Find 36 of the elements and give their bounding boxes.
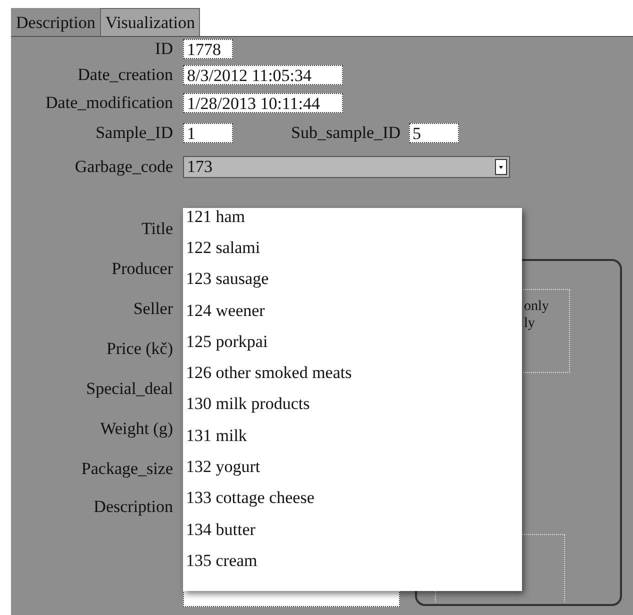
input-field[interactable]: 1 (183, 123, 233, 143)
note-text: ly (524, 315, 536, 332)
note-text: only (524, 298, 550, 315)
field-label: Sub_sample_ID (291, 123, 401, 143)
dropdown-option[interactable]: 133 cottage cheese (183, 482, 522, 514)
field-label: Weight (g) (99, 419, 174, 439)
tab[interactable]: Description (11, 8, 100, 36)
dropdown-option[interactable]: 130 milk products (183, 388, 522, 420)
input-field[interactable]: 5 (408, 123, 459, 143)
field-label: Garbage_code (74, 157, 174, 177)
dropdown-option[interactable]: 134 butter (183, 514, 522, 545)
tab[interactable]: Visualization (100, 8, 200, 36)
dropdown-option[interactable]: 125 porkpai (183, 326, 522, 358)
dropdown-option[interactable]: 132 yogurt (183, 451, 522, 482)
field-label: Description (92, 496, 174, 517)
dropdown-option[interactable]: 121 ham (183, 208, 522, 232)
dropdown-option[interactable]: 135 cream (183, 544, 522, 576)
field-label: Special_deal (85, 379, 174, 399)
field-label: Seller (132, 299, 174, 319)
input-field[interactable]: 1778 (183, 39, 233, 59)
field-label: Price (kč) (105, 339, 174, 359)
input-field[interactable]: 1/28/2013 10:11:44 (183, 93, 343, 113)
field-label: Sample_ID (94, 123, 174, 143)
field-label: ID (154, 39, 174, 59)
dropdown-option[interactable]: 131 milk (183, 420, 522, 452)
dropdown-option[interactable]: 122 salami (183, 232, 522, 264)
dropdown-option[interactable]: 126 other smoked meats (183, 357, 522, 388)
field-label: Package_size (80, 459, 174, 479)
field-label: Producer (110, 259, 174, 279)
dropdown-option[interactable]: 124 weener (183, 294, 522, 326)
field-label: Date_modification (44, 93, 174, 113)
dropdown-field[interactable]: 173 (183, 156, 510, 178)
field-label: Date_creation (76, 65, 174, 85)
dropdown-option[interactable]: 123 sausage (183, 263, 522, 295)
input-field[interactable]: 8/3/2012 11:05:34 (183, 65, 343, 85)
field-label: Title (140, 219, 174, 239)
